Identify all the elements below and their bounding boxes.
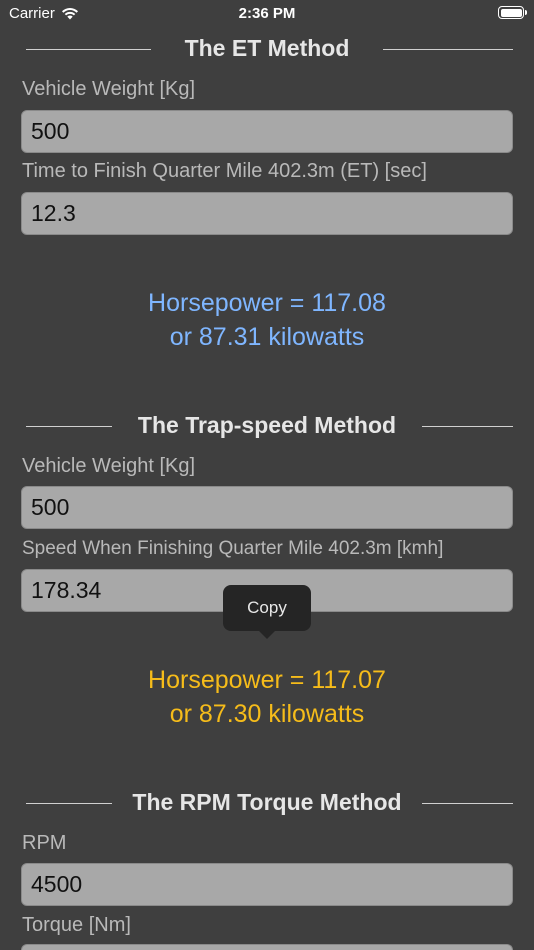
trap-speed-label: Speed When Finishing Quarter Mile 402.3m… [22,538,444,559]
et-weight-input[interactable]: 500 [21,110,513,153]
trap-weight-input[interactable]: 500 [21,486,513,529]
et-time-input[interactable]: 12.3 [21,192,513,235]
rpm-label: RPM [22,832,67,854]
torque-label: Torque [Nm] [22,914,131,936]
trap-weight-label: Vehicle Weight [Kg] [22,455,196,477]
trap-result-kw: or 87.30 kilowatts [169,700,365,728]
et-method-header: The ET Method [0,31,534,67]
torque-input[interactable] [21,944,513,950]
et-result-kw: or 87.31 kilowatts [169,323,365,351]
battery-icon [498,6,527,19]
et-result-hp: Horsepower = 117.08 [148,289,386,317]
et-time-label: Time to Finish Quarter Mile 402.3m (ET) … [22,160,427,182]
section-title: The ET Method [184,35,350,61]
et-weight-label: Vehicle Weight [Kg] [22,78,196,100]
trap-result: Horsepower = 117.07 or 87.30 kilowatts [0,663,534,731]
rpm-method-header: The RPM Torque Method [0,785,534,821]
rpm-input[interactable]: 4500 [21,863,513,906]
et-result: Horsepower = 117.08 or 87.31 kilowatts [0,286,534,354]
copy-menu-button[interactable]: Copy [223,585,311,639]
trap-method-header: The Trap-speed Method [0,408,534,444]
section-title: The RPM Torque Method [132,789,402,815]
trap-result-hp: Horsepower = 117.07 [148,666,386,694]
section-title: The Trap-speed Method [137,412,397,438]
status-bar: Carrier 2:36 PM [0,0,534,30]
clock: 2:36 PM [238,5,296,22]
